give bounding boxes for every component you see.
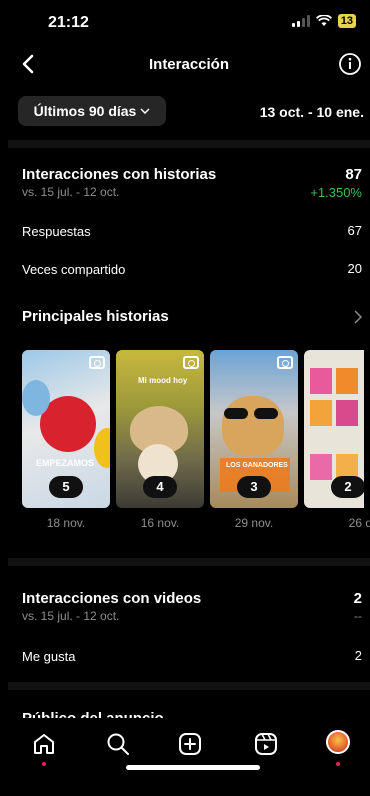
- chevron-right-icon: [354, 310, 362, 324]
- story-thumbnail[interactable]: Mi mood hoy 4: [116, 350, 204, 508]
- date-range: 13 oct. - 10 ene.: [259, 104, 364, 120]
- section-divider: [8, 558, 370, 566]
- metric-value: 2: [354, 648, 362, 663]
- story-thumbnail[interactable]: 2: [304, 350, 364, 508]
- story-date: 16 nov.: [140, 516, 180, 530]
- story-rank: 2: [331, 476, 364, 498]
- home-tab[interactable]: [30, 730, 58, 766]
- change-value: --: [354, 609, 362, 623]
- metric-label: Me gusta: [22, 649, 76, 664]
- metric-row: Respuestas 67: [22, 223, 362, 241]
- reels-tab[interactable]: [252, 730, 280, 758]
- story-rank: 5: [49, 476, 83, 498]
- change-value: +1.350%: [310, 185, 362, 200]
- notification-dot: [336, 762, 340, 766]
- section-divider: [8, 682, 370, 690]
- story-overlay-text: LOS GANADORES: [226, 462, 288, 469]
- metric-value: 20: [347, 261, 362, 276]
- story-rank: 3: [237, 476, 271, 498]
- period-label: Últimos 90 días: [33, 103, 137, 119]
- story-interactions-summary: Interacciones con historias vs. 15 jul. …: [22, 166, 362, 200]
- wifi-icon: [315, 15, 332, 26]
- metric-value: 67: [347, 223, 362, 238]
- story-date: 18 nov.: [46, 516, 86, 530]
- signal-icon: [291, 15, 310, 27]
- avatar: [326, 730, 350, 754]
- bottom-tab-bar: [8, 718, 370, 774]
- top-stories-header[interactable]: Principales historias: [22, 308, 362, 326]
- notification-dot: [42, 762, 46, 766]
- camera-icon: [277, 356, 293, 369]
- page-title: Interacción: [148, 56, 230, 73]
- camera-icon: [183, 356, 199, 369]
- filter-row: Últimos 90 días 13 oct. - 10 ene.: [18, 96, 364, 128]
- profile-tab[interactable]: [326, 730, 354, 766]
- story-thumbnail[interactable]: LOS GANADORES 3: [210, 350, 298, 508]
- home-indicator: [126, 765, 260, 770]
- status-bar: 21:12 13: [8, 0, 370, 44]
- metric-label: Respuestas: [22, 224, 91, 239]
- metric-row: Veces compartido 20: [22, 261, 362, 279]
- metric-label: Veces compartido: [22, 262, 126, 277]
- section-divider: [8, 140, 370, 148]
- info-icon[interactable]: [338, 52, 362, 76]
- story-thumbnail[interactable]: EMPEZAMOS 5: [22, 350, 110, 508]
- total-value: 87: [345, 166, 362, 183]
- video-interactions-summary: Interacciones con videos vs. 15 jul. - 1…: [22, 590, 362, 623]
- chevron-down-icon: [140, 108, 150, 114]
- search-icon: [107, 733, 129, 755]
- status-time: 21:12: [48, 14, 89, 31]
- story-overlay-text: Mi mood hoy: [138, 376, 188, 385]
- section-title: Interacciones con videos: [22, 590, 202, 607]
- top-stories-carousel: EMPEZAMOS 5 18 nov. Mi mood hoy 4 16 nov…: [22, 350, 370, 530]
- plus-square-icon: [179, 733, 201, 755]
- total-value: 2: [353, 590, 362, 607]
- insights-screen: 21:12 13 Interacción Últimos 90 días 13 …: [8, 0, 370, 796]
- story-date: 29 nov.: [234, 516, 274, 530]
- search-tab[interactable]: [104, 730, 132, 758]
- reels-icon: [255, 733, 277, 755]
- dog-photo: [222, 396, 284, 456]
- story-overlay-text: EMPEZAMOS: [36, 458, 95, 468]
- nav-bar: Interacción: [8, 44, 370, 86]
- metric-row: Me gusta 2: [22, 648, 362, 666]
- story-date: 26 dic.: [348, 516, 370, 530]
- battery-indicator: 13: [337, 14, 356, 28]
- create-tab[interactable]: [176, 730, 204, 758]
- story-rank: 4: [143, 476, 177, 498]
- comparison-period: vs. 15 jul. - 12 oct.: [22, 609, 120, 623]
- camera-icon: [89, 356, 105, 369]
- section-title: Principales historias: [22, 308, 169, 325]
- period-dropdown[interactable]: Últimos 90 días: [18, 96, 166, 126]
- home-icon: [34, 734, 54, 754]
